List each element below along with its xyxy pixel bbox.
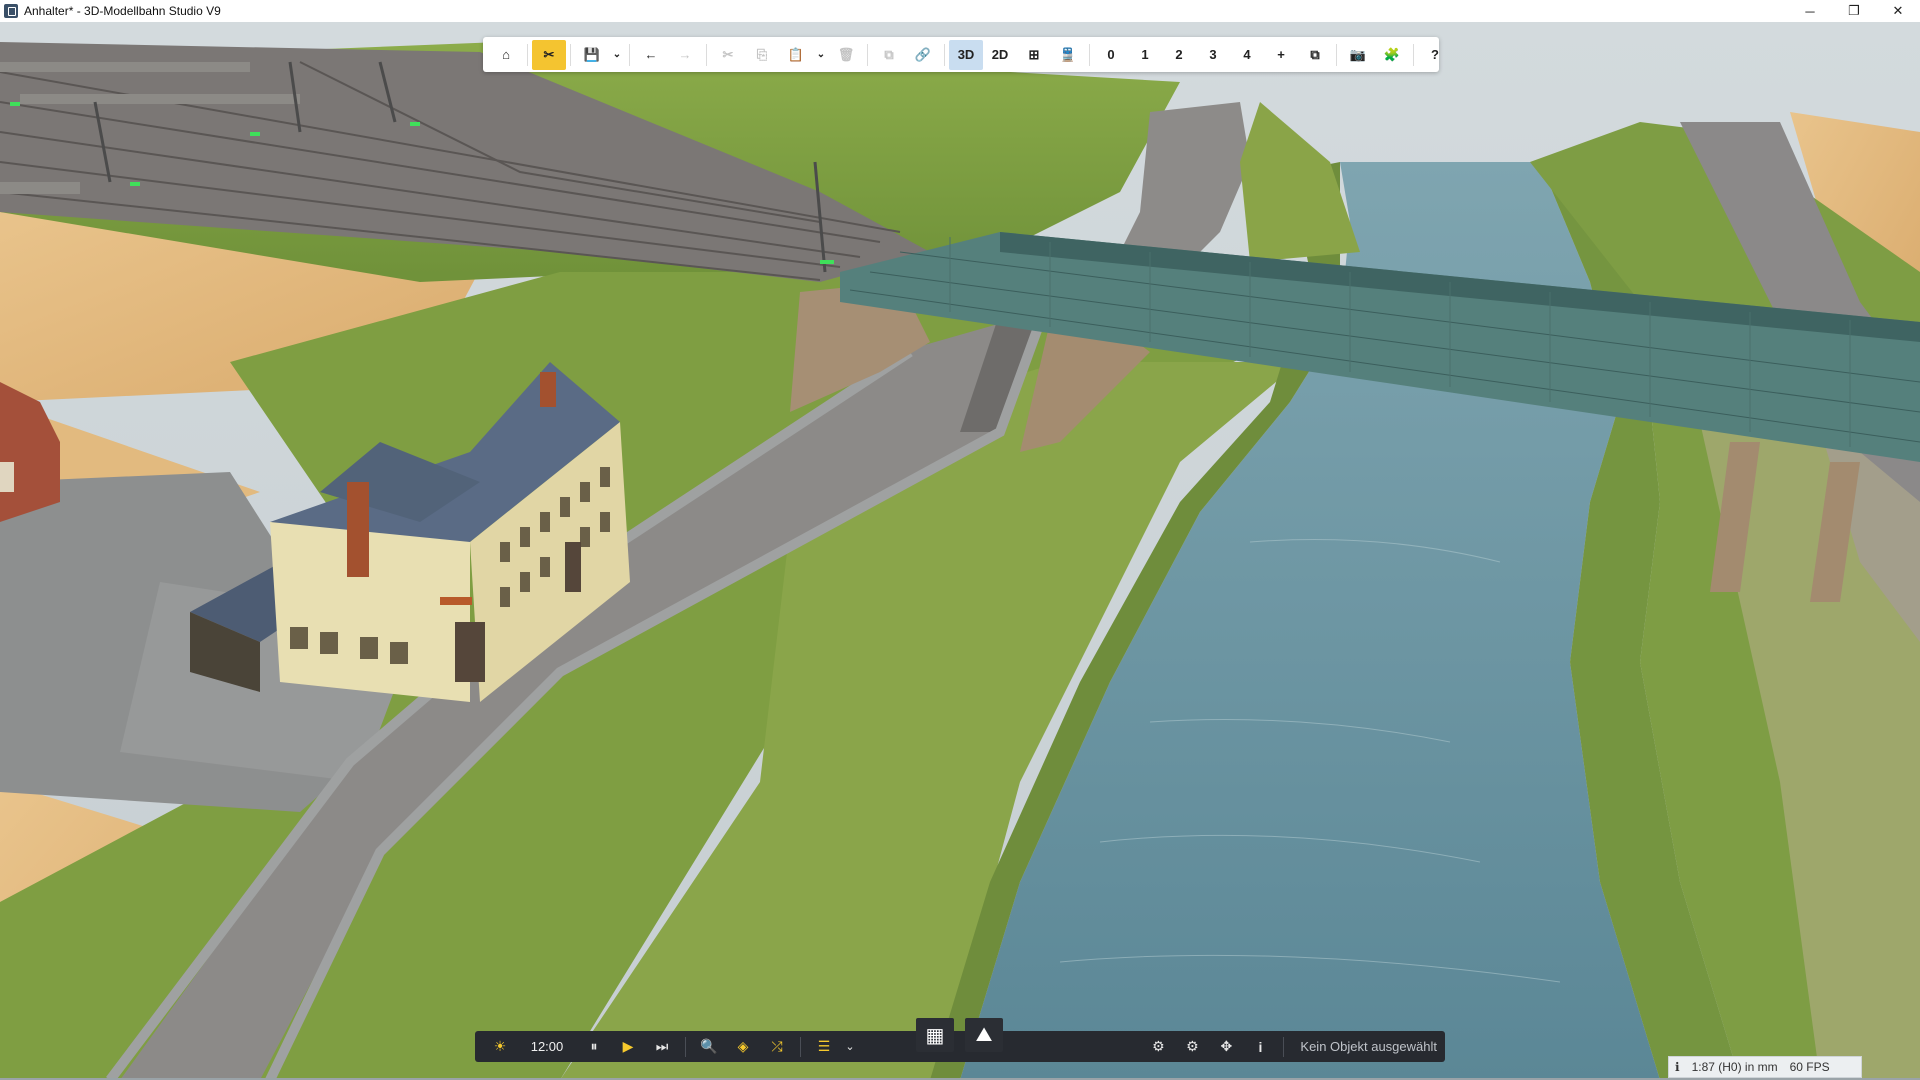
bar-separator: [685, 1036, 686, 1057]
save-dropdown-button[interactable]: ⌄: [609, 40, 625, 70]
tune-icon[interactable]: ⚙: [1141, 1033, 1175, 1061]
close-button[interactable]: ✕: [1876, 0, 1920, 22]
main-toolbar: ⌂ ✂ 💾 ⌄ ← → ✂ ⎘ 📋 ⌄ 🗑 ⧉ 🔗 3D 2D ⊞ 🚆 0 1 …: [483, 37, 1439, 72]
plugins-icon[interactable]: 🧩: [1375, 40, 1409, 70]
tool-icon[interactable]: ✥: [1209, 1033, 1243, 1061]
fps-label: 60 FPS: [1789, 1060, 1830, 1074]
add-layer-button[interactable]: +: [1264, 40, 1298, 70]
layer-0-button[interactable]: 0: [1094, 40, 1128, 70]
home-button[interactable]: ⌂: [489, 40, 523, 70]
camera-icon[interactable]: 📷: [1341, 40, 1375, 70]
list-icon[interactable]: ☰: [807, 1033, 841, 1061]
layers-icon[interactable]: ◈: [726, 1033, 760, 1061]
window-title: Anhalter* - 3D-Modellbahn Studio V9: [24, 4, 221, 18]
delete-button[interactable]: 🗑: [829, 40, 863, 70]
layer-3-button[interactable]: 3: [1196, 40, 1230, 70]
3d-viewport[interactable]: [0, 22, 1920, 1080]
cut-button[interactable]: ✂: [711, 40, 745, 70]
app-icon: [4, 4, 18, 18]
layer-1-button[interactable]: 1: [1128, 40, 1162, 70]
title-bar: Anhalter* - 3D-Modellbahn Studio V9 ─ ❐ …: [0, 0, 1920, 22]
time-display[interactable]: 12:00: [517, 1039, 577, 1054]
bar-separator: [800, 1036, 801, 1057]
save-button[interactable]: 💾: [575, 40, 609, 70]
terrain-view-button[interactable]: ⛰: [965, 1018, 1003, 1052]
random-icon[interactable]: ⤮: [760, 1033, 794, 1061]
toolbar-separator: [1089, 43, 1090, 66]
toolbar-separator: [867, 43, 868, 66]
status-panel: ℹ 1:87 (H0) in mm 60 FPS: [1668, 1056, 1862, 1078]
view-3d-button[interactable]: 3D: [949, 39, 983, 70]
restore-button[interactable]: ❐: [1832, 0, 1876, 22]
toolbar-separator: [1413, 43, 1414, 66]
toolbar-separator: [944, 43, 945, 66]
train-view-button[interactable]: 🚆: [1051, 40, 1085, 70]
edit-tool-button[interactable]: ✂: [532, 39, 566, 70]
paste-dropdown-button[interactable]: ⌄: [813, 40, 829, 70]
search-icon[interactable]: 🔍: [692, 1033, 726, 1061]
toolbar-separator: [570, 43, 571, 66]
window-controls: ─ ❐ ✕: [1788, 0, 1920, 22]
redo-button[interactable]: →: [668, 40, 702, 70]
selection-status: Kein Objekt ausgewählt: [1300, 1039, 1437, 1054]
play-button[interactable]: ▶: [611, 1033, 645, 1061]
paste-button[interactable]: 📋: [779, 40, 813, 70]
info-icon[interactable]: i: [1243, 1033, 1277, 1061]
duplicate-button[interactable]: ⧉: [872, 40, 906, 70]
toolbar-separator: [527, 43, 528, 66]
windows-button[interactable]: ⧉: [1298, 40, 1332, 70]
minimize-button[interactable]: ─: [1788, 0, 1832, 22]
info-icon[interactable]: ℹ: [1669, 1060, 1686, 1074]
undo-button[interactable]: ←: [634, 40, 668, 70]
layer-2-button[interactable]: 2: [1162, 40, 1196, 70]
toolbar-separator: [1336, 43, 1337, 66]
scale-label: 1:87 (H0) in mm: [1691, 1060, 1778, 1074]
sun-icon[interactable]: ☀: [483, 1033, 517, 1061]
help-button[interactable]: ?: [1418, 40, 1452, 70]
catalog-view-button[interactable]: ▦: [916, 1018, 954, 1052]
link-button[interactable]: 🔗: [906, 40, 940, 70]
view-2d-button[interactable]: 2D: [983, 40, 1017, 70]
bottom-control-bar: ☀ 12:00 ⏸ ▶ ⏭ 🔍 ◈ ⤮ ☰ ⌄ ⚙ ⚙ ✥ i Kein Obj…: [475, 1031, 1445, 1062]
toolbar-separator: [706, 43, 707, 66]
bar-separator: [1283, 1036, 1285, 1057]
layer-4-button[interactable]: 4: [1230, 40, 1264, 70]
copy-button[interactable]: ⎘: [745, 40, 779, 70]
toolbar-separator: [629, 43, 630, 66]
settings-icon[interactable]: ⚙: [1175, 1033, 1209, 1061]
pause-button[interactable]: ⏸: [577, 1033, 611, 1061]
scene-render: [0, 22, 1920, 1080]
list-dropdown-button[interactable]: ⌄: [841, 1033, 859, 1061]
skip-button[interactable]: ⏭: [645, 1033, 679, 1061]
grid-button[interactable]: ⊞: [1017, 40, 1051, 70]
